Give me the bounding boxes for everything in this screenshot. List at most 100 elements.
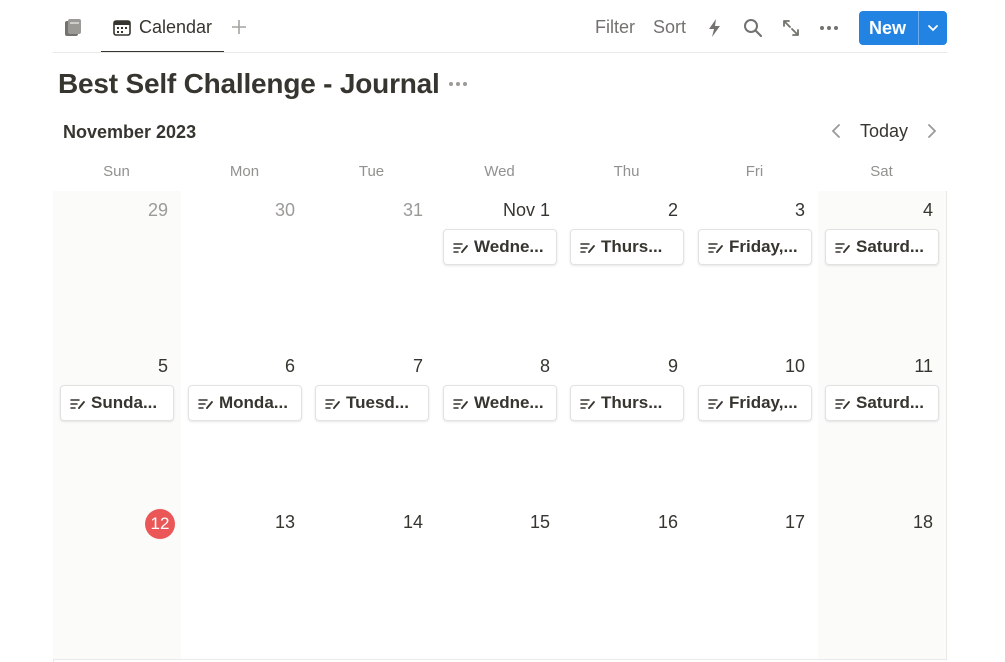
day-number: 7 <box>412 356 423 376</box>
entry-title: Thurs... <box>601 237 663 256</box>
day-number: 9 <box>667 356 678 376</box>
day-number: 14 <box>402 512 423 532</box>
weekday-header: Sun Mon Tue Wed Thu Fri Sat <box>53 163 946 191</box>
calendar-day-cell[interactable]: 10 Friday,... <box>691 347 819 504</box>
entry-title: Saturd... <box>856 393 925 412</box>
calendar-day-cell[interactable]: 7 Tuesd... <box>308 347 437 504</box>
calendar-day-cell[interactable]: 9 Thurs... <box>563 347 692 504</box>
day-number: 4 <box>922 200 933 220</box>
weekday-label: Tue <box>358 163 385 180</box>
calendar-day-cell[interactable]: 31 <box>308 191 437 348</box>
weekday-label: Wed <box>484 163 515 180</box>
day-number: 18 <box>912 512 933 532</box>
calendar-day-cell[interactable]: 17 <box>691 503 819 660</box>
calendar-day-cell[interactable]: 30 <box>181 191 309 348</box>
page-edit-icon <box>580 240 596 256</box>
toolbar-divider <box>53 52 947 53</box>
page-edit-icon <box>325 396 341 412</box>
new-button-label: New <box>869 18 907 38</box>
page-edit-icon <box>580 396 596 412</box>
page-edit-icon <box>453 240 469 256</box>
entry-title: Friday,... <box>729 237 798 256</box>
chevron-right-icon[interactable] <box>922 121 942 141</box>
weekday-label: Thu <box>613 163 640 180</box>
entry-title: Wedne... <box>474 393 544 412</box>
today-date-badge: 12 <box>145 509 175 539</box>
day-number: 30 <box>274 200 295 220</box>
calendar-day-cell[interactable]: 12 <box>53 503 182 660</box>
tab-calendar[interactable]: Calendar <box>101 0 224 53</box>
sort-button[interactable]: Sort <box>653 17 686 38</box>
journal-entry-card[interactable]: Saturd... <box>825 229 939 265</box>
journal-entry-card[interactable]: Friday,... <box>698 385 812 421</box>
page-edit-icon <box>835 240 851 256</box>
journal-entry-card[interactable]: Wedne... <box>443 385 557 421</box>
calendar-day-cell[interactable]: 4 Saturd... <box>818 191 947 348</box>
day-number: 31 <box>402 200 423 220</box>
page-edit-icon <box>708 396 724 412</box>
calendar-day-cell[interactable]: 29 <box>53 191 182 348</box>
lightning-icon[interactable] <box>704 17 726 39</box>
journal-entry-card[interactable]: Monda... <box>188 385 302 421</box>
journal-entry-card[interactable]: Wedne... <box>443 229 557 265</box>
database-icon[interactable] <box>62 17 84 39</box>
day-number: 8 <box>539 356 550 376</box>
calendar-day-cell[interactable]: 14 <box>308 503 437 660</box>
page-edit-icon <box>835 396 851 412</box>
day-number: Nov 1 <box>502 200 550 220</box>
more-icon[interactable] <box>446 74 470 94</box>
calendar-day-cell[interactable]: 5 Sunda... <box>53 347 182 504</box>
day-number: 5 <box>157 356 168 376</box>
page-edit-icon <box>708 240 724 256</box>
calendar-day-cell[interactable]: 8 Wedne... <box>436 347 564 504</box>
entry-title: Friday,... <box>729 393 798 412</box>
journal-entry-card[interactable]: Tuesd... <box>315 385 429 421</box>
filter-button[interactable]: Filter <box>595 17 635 38</box>
day-number: 3 <box>794 200 805 220</box>
journal-entry-card[interactable]: Saturd... <box>825 385 939 421</box>
calendar-day-cell[interactable]: 3 Friday,... <box>691 191 819 348</box>
calendar-day-cell[interactable]: Nov 1 Wedne... <box>436 191 564 348</box>
weekday-label: Fri <box>745 163 764 180</box>
entry-title: Tuesd... <box>346 393 409 412</box>
calendar-grid: 29 30 31 Nov 1 Wedne... 2 Thurs... 3 Friday,... 4… <box>53 191 947 662</box>
calendar-day-cell[interactable]: 6 Monda... <box>181 347 309 504</box>
calendar-day-cell[interactable]: 11 Saturd... <box>818 347 947 504</box>
page-title: Best Self Challenge - Journal <box>58 68 440 99</box>
new-button-divider <box>918 11 919 45</box>
entry-title: Thurs... <box>601 393 663 412</box>
page-edit-icon <box>453 396 469 412</box>
weekday-label: Sat <box>870 163 893 180</box>
chevron-down-icon[interactable] <box>923 18 943 38</box>
day-number: 2 <box>667 200 678 220</box>
top-toolbar: Calendar Filter Sort New <box>0 0 1005 53</box>
today-button[interactable]: Today <box>860 121 908 142</box>
day-number: 15 <box>529 512 550 532</box>
journal-entry-card[interactable]: Thurs... <box>570 385 684 421</box>
more-icon[interactable] <box>818 17 840 39</box>
entry-title: Monda... <box>219 393 288 412</box>
day-number: 6 <box>284 356 295 376</box>
page-edit-icon <box>70 396 86 412</box>
calendar-day-cell[interactable]: 15 <box>436 503 564 660</box>
day-number: 17 <box>784 512 805 532</box>
journal-entry-card[interactable]: Sunda... <box>60 385 174 421</box>
calendar-day-cell[interactable]: 16 <box>563 503 692 660</box>
month-label: November 2023 <box>63 122 197 142</box>
chevron-left-icon[interactable] <box>826 121 846 141</box>
day-number: 13 <box>274 512 295 532</box>
journal-entry-card[interactable]: Friday,... <box>698 229 812 265</box>
search-icon[interactable] <box>742 17 764 39</box>
day-number: 10 <box>784 356 805 376</box>
calendar-day-cell[interactable]: 18 <box>818 503 947 660</box>
new-button[interactable]: New <box>859 11 947 45</box>
expand-icon[interactable] <box>780 17 802 39</box>
journal-entry-card[interactable]: Thurs... <box>570 229 684 265</box>
calendar-day-cell[interactable]: 13 <box>181 503 309 660</box>
entry-title: Wedne... <box>474 237 544 256</box>
calendar-icon <box>112 18 132 38</box>
plus-icon[interactable] <box>229 15 249 39</box>
calendar-day-cell[interactable]: 2 Thurs... <box>563 191 692 348</box>
page-edit-icon <box>198 396 214 412</box>
entry-title: Saturd... <box>856 237 925 256</box>
